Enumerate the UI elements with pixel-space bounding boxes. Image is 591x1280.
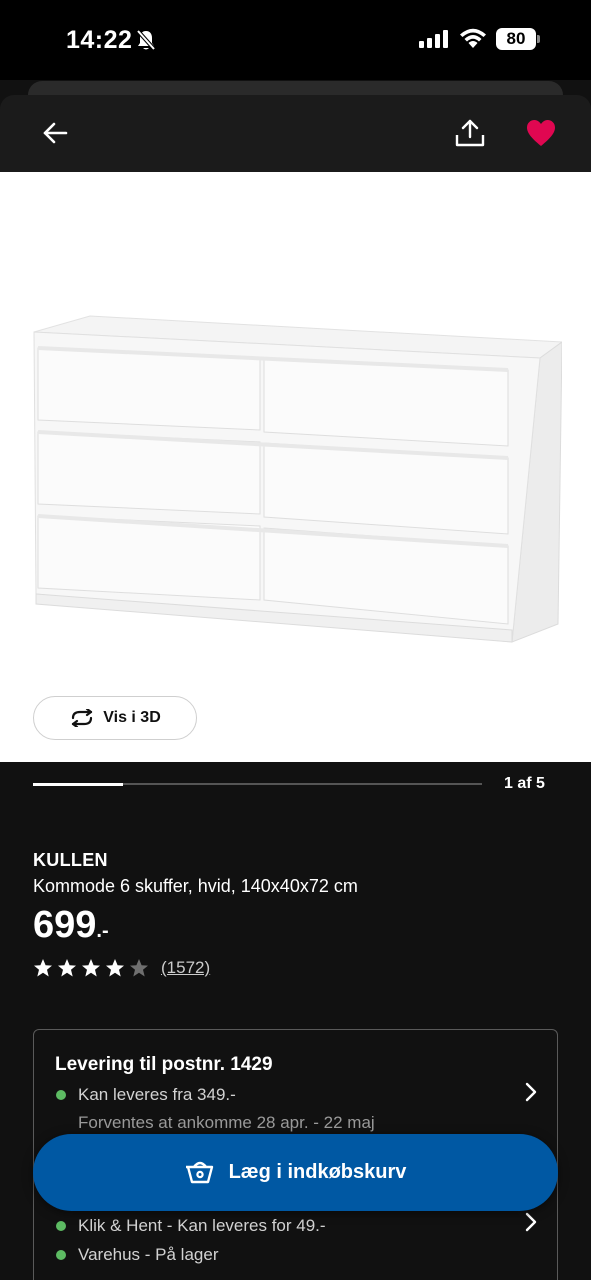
product-price: 699.- xyxy=(33,904,109,947)
product-image-carousel[interactable]: Vis i 3D xyxy=(0,172,591,762)
shopping-basket-icon xyxy=(185,1161,213,1183)
home-delivery-label: Kan leveres fra 349.- xyxy=(78,1085,236,1104)
star-filled-icon xyxy=(58,959,76,977)
status-time: 14:22 xyxy=(66,26,133,54)
share-icon[interactable] xyxy=(454,117,486,149)
product-rating[interactable]: (1572) xyxy=(33,958,210,978)
star-filled-icon xyxy=(106,959,124,977)
status-bar: 14:22 80 xyxy=(0,0,591,80)
star-filled-icon xyxy=(34,959,52,977)
rating-stars xyxy=(33,958,149,978)
delivery-postcode-title[interactable]: Levering til postnr. 1429 xyxy=(55,1054,273,1076)
price-suffix: .- xyxy=(96,920,109,942)
product-brand: KULLEN xyxy=(33,850,108,870)
view-in-3d-label: Vis i 3D xyxy=(103,709,161,726)
cellular-signal-icon xyxy=(419,30,448,48)
carousel-position-label: 1 af 5 xyxy=(504,775,545,792)
chevron-right-icon[interactable] xyxy=(524,1212,538,1232)
click-collect-label: Klik & Hent - Kan leveres for 49.- xyxy=(78,1216,326,1235)
store-stock-row[interactable]: Varehus - På lager xyxy=(56,1245,218,1265)
rotate-3d-icon xyxy=(72,709,93,727)
heart-icon[interactable] xyxy=(526,119,556,147)
carousel-progress-fill xyxy=(33,782,123,786)
chevron-right-icon[interactable] xyxy=(524,1082,538,1102)
view-in-3d-button[interactable]: Vis i 3D xyxy=(33,696,197,740)
battery-indicator: 80 xyxy=(496,28,540,50)
add-to-cart-button[interactable]: Læg i indkøbskurv xyxy=(33,1134,558,1211)
back-arrow-icon[interactable] xyxy=(40,117,72,149)
battery-tip xyxy=(537,35,540,43)
review-count-link[interactable]: (1572) xyxy=(161,958,210,978)
expected-arrival-text: Forventes at ankomme 28 apr. - 22 maj xyxy=(78,1113,375,1132)
availability-dot xyxy=(56,1090,66,1100)
price-value: 699 xyxy=(33,904,97,946)
wifi-icon xyxy=(460,28,486,48)
availability-dot xyxy=(56,1250,66,1260)
add-to-cart-label: Læg i indkøbskurv xyxy=(228,1161,407,1183)
battery-level: 80 xyxy=(496,28,536,50)
bell-muted-icon xyxy=(136,29,156,51)
star-filled-icon xyxy=(82,959,100,977)
carousel-progress-bar xyxy=(33,782,482,786)
availability-dot xyxy=(56,1221,66,1231)
click-collect-row[interactable]: Klik & Hent - Kan leveres for 49.- xyxy=(56,1216,326,1236)
home-delivery-row[interactable]: Kan leveres fra 349.- xyxy=(56,1085,236,1105)
product-image xyxy=(33,315,562,643)
product-description: Kommode 6 skuffer, hvid, 140x40x72 cm xyxy=(33,876,358,896)
store-stock-label: Varehus - På lager xyxy=(78,1245,219,1264)
top-nav-bar xyxy=(0,95,591,172)
star-empty-icon xyxy=(130,959,148,977)
